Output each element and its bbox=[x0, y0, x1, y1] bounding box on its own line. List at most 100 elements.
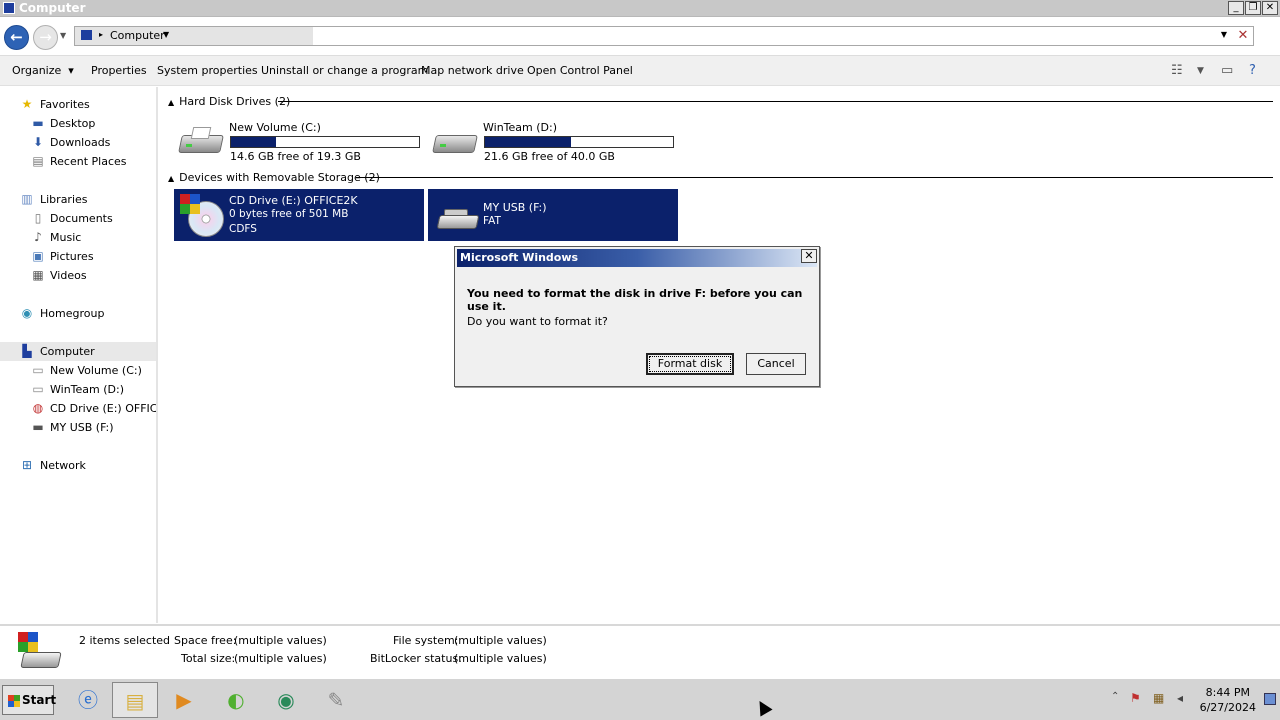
forward-button[interactable]: → bbox=[33, 25, 58, 50]
logo-quad bbox=[180, 194, 190, 204]
sidebar-item-drive-d[interactable]: ▭ WinTeam (D:) bbox=[0, 380, 156, 399]
drive-tile-c[interactable]: New Volume (C:) 14.6 GB free of 19.3 GB bbox=[174, 117, 424, 169]
maximize-button[interactable]: ❐ bbox=[1245, 1, 1261, 15]
action-center-icon[interactable]: ⚑ bbox=[1130, 691, 1141, 705]
open-control-panel-button[interactable]: Open Control Panel bbox=[527, 64, 633, 77]
breadcrumb-computer[interactable]: Computer bbox=[110, 29, 165, 42]
bitlocker-status-value: (multiple values) bbox=[454, 652, 547, 665]
paint-icon[interactable]: ✎ bbox=[313, 682, 359, 718]
sidebar-item-drive-c[interactable]: ▭ New Volume (C:) bbox=[0, 361, 156, 380]
usb-body bbox=[436, 215, 480, 229]
clock[interactable]: 8:44 PM 6/27/2024 bbox=[1200, 685, 1256, 715]
sidebar-item-libraries[interactable]: ▥ Libraries bbox=[0, 190, 156, 209]
total-size-value: (multiple values) bbox=[234, 652, 327, 665]
address-dropdown-icon[interactable]: ▼ bbox=[1221, 30, 1227, 39]
group-header-hard-disk-drives[interactable]: ▲ Hard Disk Drives (2) bbox=[168, 95, 290, 108]
media-player-icon[interactable]: ▶ bbox=[161, 682, 207, 718]
logo-quad bbox=[190, 204, 200, 214]
sidebar-item-computer[interactable]: ▙ Computer bbox=[0, 342, 156, 361]
sidebar-label: WinTeam (D:) bbox=[50, 383, 124, 396]
organize-label: Organize bbox=[12, 64, 62, 77]
navigation-pane: ★ Favorites ▬ Desktop ⬇ Downloads ▤ Rece… bbox=[0, 87, 158, 623]
music-icon: ♪ bbox=[34, 230, 42, 244]
sidebar-item-favorites[interactable]: ★ Favorites bbox=[0, 95, 156, 114]
collapse-icon[interactable]: ▲ bbox=[168, 98, 174, 107]
properties-button[interactable]: Properties bbox=[91, 64, 147, 77]
sidebar-label: Downloads bbox=[50, 136, 111, 149]
sidebar-item-videos[interactable]: ▦ Videos bbox=[0, 266, 156, 285]
sidebar-item-recent-places[interactable]: ▤ Recent Places bbox=[0, 152, 156, 171]
view-dropdown-icon[interactable]: ▼ bbox=[1197, 66, 1204, 76]
map-network-drive-button[interactable]: Map network drive bbox=[421, 64, 524, 77]
sidebar-item-drive-f[interactable]: ▬ MY USB (F:) bbox=[0, 418, 156, 437]
sidebar-label: CD Drive (E:) OFFICE2K bbox=[50, 402, 156, 415]
uninstall-program-button[interactable]: Uninstall or change a program bbox=[261, 64, 428, 77]
sidebar-item-pictures[interactable]: ▣ Pictures bbox=[0, 247, 156, 266]
sidebar-item-desktop[interactable]: ▬ Desktop bbox=[0, 114, 156, 133]
homegroup-icon: ◉ bbox=[21, 306, 33, 320]
cd-drive-icon bbox=[178, 193, 226, 237]
chevron-right-icon[interactable]: ▸ bbox=[99, 30, 103, 39]
taskbar: Start ⓔ ▤ ▶ ◐ ◉ ✎ ⌃ ⚑ ▦ ◂ 8:44 PM 6/27/2… bbox=[0, 678, 1280, 720]
sidebar-item-homegroup[interactable]: ◉ Homegroup bbox=[0, 304, 156, 323]
dialog-close-button[interactable]: ✕ bbox=[801, 249, 817, 263]
drive-tile-e[interactable]: CD Drive (E:) OFFICE2K 0 bytes free of 5… bbox=[174, 189, 424, 241]
sidebar-label: Pictures bbox=[50, 250, 94, 263]
cancel-button[interactable]: Cancel bbox=[746, 353, 806, 375]
address-box[interactable]: ▸ Computer ▼ ▼ ✕ bbox=[74, 26, 1254, 46]
hard-drive-icon bbox=[432, 127, 478, 157]
sidebar-item-network[interactable]: ⊞ Network bbox=[0, 456, 156, 475]
space-free-label: Space free: bbox=[174, 634, 237, 647]
start-button[interactable]: Start bbox=[2, 685, 56, 715]
sidebar-item-music[interactable]: ♪ Music bbox=[0, 228, 156, 247]
preview-pane-icon[interactable]: ▭ bbox=[1221, 63, 1233, 78]
drive-file-system: CDFS bbox=[229, 223, 257, 235]
refresh-close-icon[interactable]: ✕ bbox=[1235, 28, 1251, 44]
chevron-down-icon[interactable]: ▼ bbox=[163, 30, 169, 39]
drive-body bbox=[432, 135, 478, 153]
logo-quad bbox=[28, 642, 38, 652]
star-icon: ★ bbox=[21, 97, 33, 111]
internet-explorer-icon[interactable]: ⓔ bbox=[65, 682, 111, 718]
hard-drive-icon: ▭ bbox=[32, 382, 44, 396]
drive-tile-f[interactable]: MY USB (F:) FAT bbox=[428, 189, 678, 241]
window-title: Computer bbox=[19, 1, 86, 15]
drive-tile-d[interactable]: WinTeam (D:) 21.6 GB free of 40.0 GB bbox=[428, 117, 678, 169]
capacity-bar bbox=[230, 136, 420, 148]
flag-quad bbox=[14, 701, 20, 707]
sidebar-label: Recent Places bbox=[50, 155, 127, 168]
group-header-removable-storage[interactable]: ▲ Devices with Removable Storage (2) bbox=[168, 171, 380, 184]
history-dropdown-icon[interactable]: ▼ bbox=[60, 31, 66, 40]
recent-places-icon: ▤ bbox=[32, 154, 44, 168]
help-icon[interactable]: ? bbox=[1249, 63, 1256, 78]
back-button[interactable]: ← bbox=[4, 25, 29, 50]
windows-flag-icon bbox=[8, 695, 20, 707]
volume-icon[interactable]: ◂ bbox=[1177, 691, 1183, 705]
usb-drive-icon: ▬ bbox=[32, 420, 44, 434]
drive-free-space: 14.6 GB free of 19.3 GB bbox=[230, 150, 361, 163]
sidebar-label: Homegroup bbox=[40, 307, 105, 320]
green-app-icon[interactable]: ◐ bbox=[213, 682, 259, 718]
space-free-value: (multiple values) bbox=[234, 634, 327, 647]
show-desktop-button[interactable] bbox=[1264, 693, 1276, 705]
sidebar-item-drive-e[interactable]: ◍ CD Drive (E:) OFFICE2K bbox=[0, 399, 156, 418]
sidebar-item-downloads[interactable]: ⬇ Downloads bbox=[0, 133, 156, 152]
collapse-icon[interactable]: ▲ bbox=[168, 174, 174, 183]
title-bar: Computer _ ❐ ✕ bbox=[0, 0, 1280, 17]
close-button[interactable]: ✕ bbox=[1262, 1, 1278, 15]
format-disk-button[interactable]: Format disk bbox=[646, 353, 734, 375]
windows-explorer-icon[interactable]: ▤ bbox=[112, 682, 158, 718]
minimize-button[interactable]: _ bbox=[1228, 1, 1244, 15]
system-properties-button[interactable]: System properties bbox=[157, 64, 258, 77]
globe-app-icon[interactable]: ◉ bbox=[263, 682, 309, 718]
dialog-title: Microsoft Windows bbox=[460, 251, 579, 264]
libraries-icon: ▥ bbox=[21, 192, 33, 206]
network-status-icon[interactable]: ▦ bbox=[1153, 691, 1164, 705]
clock-time: 8:44 PM bbox=[1205, 686, 1250, 699]
drive-name: WinTeam (D:) bbox=[483, 121, 557, 134]
sidebar-item-documents[interactable]: ▯ Documents bbox=[0, 209, 156, 228]
organize-button[interactable]: Organize ▾ bbox=[12, 64, 74, 77]
view-options-icon[interactable]: ☷ bbox=[1171, 63, 1183, 78]
logo-quad bbox=[28, 632, 38, 642]
show-hidden-icons[interactable]: ⌃ bbox=[1111, 691, 1119, 702]
